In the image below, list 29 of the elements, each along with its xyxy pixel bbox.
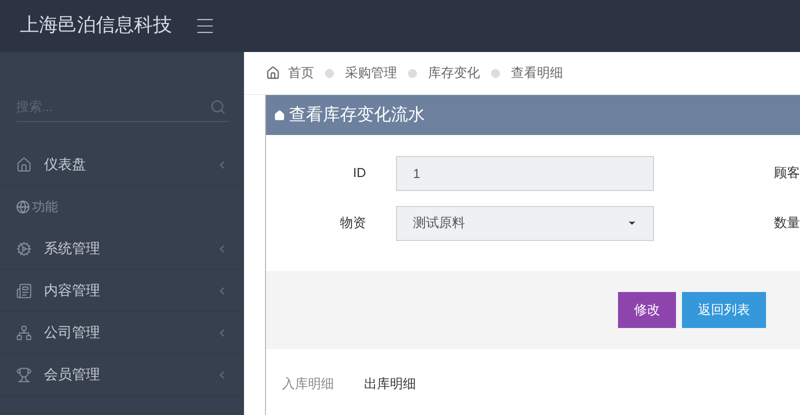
home-icon — [274, 110, 285, 120]
home-icon — [16, 156, 32, 172]
field-label: ID — [352, 164, 366, 182]
breadcrumb-link[interactable]: 库存变化 — [428, 63, 480, 83]
field-label: 数量 — [774, 214, 800, 232]
panel-title: 查看库存变化流水 — [289, 104, 425, 126]
sidebar-item[interactable]: 会员管理 — [0, 354, 244, 396]
sidebar-item[interactable]: 内容管理 — [0, 270, 244, 312]
brand-logo[interactable]: 上海邑泊信息科技 — [20, 12, 172, 40]
gear-icon — [16, 240, 32, 256]
globe-icon — [16, 200, 30, 214]
breadcrumb-link[interactable]: 查看明细 — [511, 63, 563, 83]
field-label: 物资 — [339, 214, 366, 232]
tab[interactable]: 入库明细 — [282, 374, 334, 394]
select-field[interactable]: 测试原料 — [396, 206, 654, 240]
sidebar-section-header: 功能 — [32, 198, 58, 216]
sidebar-item[interactable]: 公司管理 — [0, 312, 244, 354]
sidebar-item[interactable]: 系统管理 — [0, 228, 244, 270]
input-field[interactable]: 1 — [396, 156, 654, 190]
newspaper-icon — [16, 282, 32, 298]
edit-button[interactable]: 修改 — [618, 292, 676, 328]
tab[interactable]: 出库明细 — [364, 374, 416, 394]
breadcrumb-link[interactable]: 采购管理 — [345, 63, 397, 83]
trophy-icon — [16, 366, 32, 382]
sitemap-icon — [16, 324, 32, 340]
breadcrumb-link[interactable]: 首页 — [288, 63, 314, 83]
home-icon — [266, 66, 280, 80]
sidebar-item[interactable]: 仪表盘 — [0, 144, 244, 186]
field-label: 顾客 — [774, 164, 800, 182]
